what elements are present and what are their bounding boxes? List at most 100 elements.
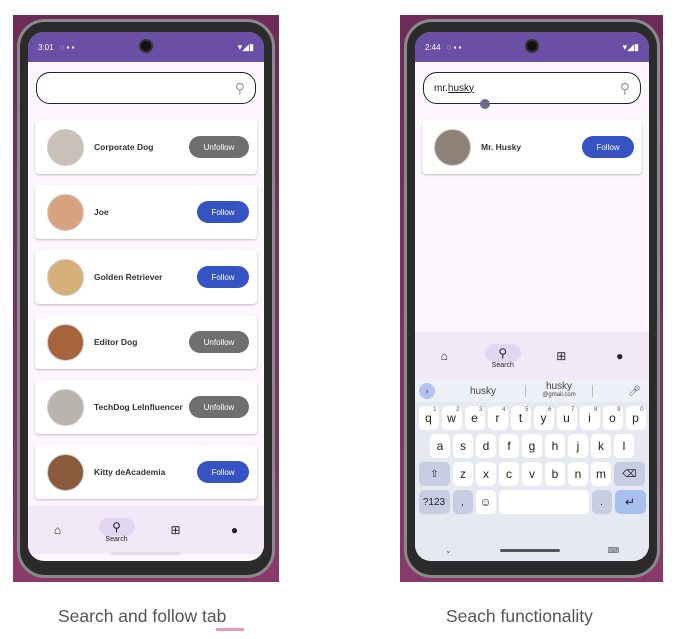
key-hint: 2 — [456, 407, 460, 413]
nav-profile[interactable]: ● — [215, 521, 255, 539]
camera-icon — [139, 39, 153, 53]
key-r[interactable]: r4 — [487, 406, 508, 430]
nav-search[interactable]: ⚲ Search — [97, 517, 137, 543]
suggestion-1[interactable]: husky — [441, 386, 525, 397]
nav-gallery[interactable]: ⊞ — [156, 521, 196, 539]
follow-button[interactable]: Follow — [582, 136, 634, 158]
backspace-icon[interactable]: ⌫ — [614, 462, 645, 486]
left-screen: 3:01 ◌ ▪ ▪ ▾◢▮ ⚲ Corporate Dog Unfollow Jo… — [28, 32, 264, 561]
key-y[interactable]: y6 — [533, 406, 554, 430]
key-hint: 1 — [433, 407, 437, 413]
key-v[interactable]: v — [522, 462, 542, 486]
suggestion-2[interactable]: husky @gmail.com — [526, 382, 592, 400]
key-label: w — [447, 411, 456, 425]
spellcheck-underline — [216, 628, 244, 631]
key-label: u — [563, 411, 570, 425]
keyboard-switch-icon[interactable]: ⌨ — [607, 546, 619, 555]
nav-gallery[interactable]: ⊞ — [541, 347, 581, 365]
nav-home[interactable]: ⌂ — [38, 521, 78, 539]
key-n[interactable]: n — [568, 462, 588, 486]
search-value-prefix: mr. — [434, 82, 448, 94]
key-d[interactable]: d — [476, 434, 496, 458]
status-icons: ◌ ▪ ▪ — [59, 42, 75, 52]
unfollow-button[interactable]: Unfollow — [189, 396, 249, 418]
keyboard: q1w2e3r4t5y6u7i8o9p0 asdfghjkl ⇧ z x c v b n m ⌫… — [415, 402, 649, 561]
suggestion-2-sub: @gmail.com — [542, 392, 576, 398]
key-q[interactable]: q1 — [418, 406, 439, 430]
key-label: p — [632, 411, 639, 425]
key-hint: 5 — [525, 407, 529, 413]
bottom-nav: ⌂ ⚲ Search ⊞ ● — [415, 332, 649, 380]
user-name: TechDog LeInfluencer — [94, 402, 183, 412]
search-input[interactable]: ⚲ — [36, 72, 256, 104]
gesture-bar[interactable] — [111, 552, 181, 555]
gesture-bar[interactable] — [499, 548, 560, 552]
key-w[interactable]: w2 — [441, 406, 462, 430]
key-m[interactable]: m — [591, 462, 611, 486]
key-j[interactable]: j — [568, 434, 588, 458]
key-hint: 0 — [640, 407, 644, 413]
avatar — [47, 323, 84, 361]
key-s[interactable]: s — [453, 434, 473, 458]
expand-icon[interactable]: › — [419, 383, 435, 399]
user-card: Golden Retriever Follow — [35, 250, 257, 304]
key-z[interactable]: z — [453, 462, 473, 486]
nav-search[interactable]: ⚲ Search — [483, 343, 523, 369]
nav-search-label: Search — [491, 361, 514, 369]
text-cursor-handle[interactable] — [480, 99, 490, 109]
keyboard-suggestion-strip: › husky husky @gmail.com 🎤︎ — [415, 380, 649, 402]
nav-search-label: Search — [105, 535, 128, 543]
avatar — [47, 453, 84, 491]
search-icon[interactable]: ⚲ — [235, 80, 245, 97]
user-card: Mr. Husky Follow — [422, 120, 642, 174]
shift-icon[interactable]: ⇧ — [419, 462, 450, 486]
image-plus-icon: ⊞ — [556, 349, 567, 363]
emoji-icon[interactable]: ☺ — [475, 490, 496, 514]
bottom-nav: ⌂ ⚲ Search ⊞ ● — [28, 506, 264, 554]
keyboard-row-1: q1w2e3r4t5y6u7i8o9p0 — [415, 406, 649, 430]
keyboard-row-4: ?123 , ☺ . ↵ — [415, 490, 649, 514]
unfollow-button[interactable]: Unfollow — [189, 331, 249, 353]
battery-icon: ▾◢▮ — [622, 41, 639, 52]
user-name: Joe — [94, 207, 109, 217]
follow-button[interactable]: Follow — [197, 201, 249, 223]
key-i[interactable]: i8 — [579, 406, 600, 430]
search-icon[interactable]: ⚲ — [620, 80, 630, 97]
comma-key[interactable]: , — [452, 490, 473, 514]
symbols-key[interactable]: ?123 — [418, 490, 450, 514]
key-t[interactable]: t5 — [510, 406, 531, 430]
keyboard-row-3: ⇧ z x c v b n m ⌫ — [415, 462, 649, 486]
key-u[interactable]: u7 — [556, 406, 577, 430]
mic-icon[interactable]: 🎤︎ — [628, 386, 641, 397]
search-input[interactable]: mr. husky ⚲ — [423, 72, 641, 109]
period-key[interactable]: . — [591, 490, 612, 514]
unfollow-button[interactable]: Unfollow — [189, 136, 249, 158]
key-hint: 4 — [502, 407, 506, 413]
key-e[interactable]: e3 — [464, 406, 485, 430]
key-k[interactable]: k — [591, 434, 611, 458]
key-x[interactable]: x — [476, 462, 496, 486]
key-l[interactable]: l — [614, 434, 634, 458]
image-plus-icon: ⊞ — [170, 523, 181, 537]
key-f[interactable]: f — [499, 434, 519, 458]
space-key[interactable] — [498, 490, 589, 514]
key-g[interactable]: g — [522, 434, 542, 458]
key-h[interactable]: h — [545, 434, 565, 458]
user-card: Corporate Dog Unfollow — [35, 120, 257, 174]
user-name: Mr. Husky — [481, 142, 522, 152]
key-label: o — [609, 411, 616, 425]
key-label: t — [518, 411, 523, 425]
follow-button[interactable]: Follow — [197, 266, 249, 288]
user-name: Corporate Dog — [94, 142, 154, 152]
key-a[interactable]: a — [430, 434, 450, 458]
follow-button[interactable]: Follow — [197, 461, 249, 483]
chevron-down-icon[interactable]: ⌄ — [445, 546, 452, 555]
nav-home[interactable]: ⌂ — [424, 347, 464, 365]
key-c[interactable]: c — [499, 462, 519, 486]
caption-right: Seach functionality — [446, 606, 593, 626]
nav-profile[interactable]: ● — [600, 347, 640, 365]
key-o[interactable]: o9 — [602, 406, 623, 430]
key-p[interactable]: p0 — [625, 406, 646, 430]
enter-icon[interactable]: ↵ — [614, 490, 646, 514]
key-b[interactable]: b — [545, 462, 565, 486]
